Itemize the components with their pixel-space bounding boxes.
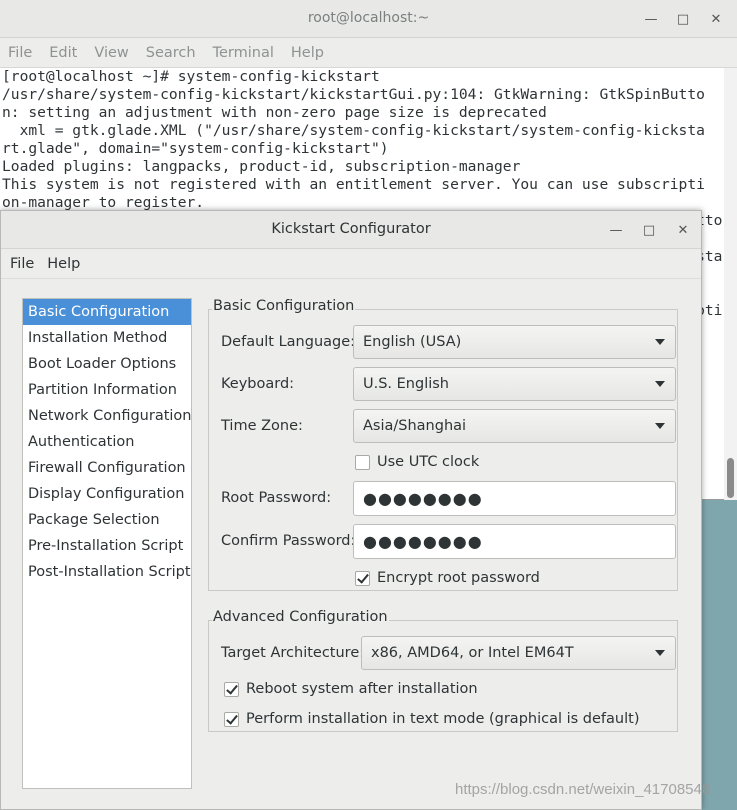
sidebar-item-firewall-configuration[interactable]: Firewall Configuration bbox=[23, 455, 191, 481]
default-language-select[interactable]: English (USA) bbox=[353, 325, 676, 359]
reboot-after-install-label: Reboot system after installation bbox=[246, 681, 478, 697]
keyboard-value: U.S. English bbox=[363, 376, 450, 392]
chevron-down-icon bbox=[655, 423, 665, 429]
time-zone-select[interactable]: Asia/Shanghai bbox=[353, 409, 676, 443]
sidebar-item-installation-method[interactable]: Installation Method bbox=[23, 325, 191, 351]
basic-configuration-heading: Basic Configuration bbox=[212, 298, 356, 314]
default-language-label: Default Language: bbox=[221, 334, 356, 350]
menu-view[interactable]: View bbox=[94, 45, 128, 61]
terminal-line: xml = gtk.glade.XML ("/usr/share/system-… bbox=[2, 122, 705, 139]
kickstart-window: Kickstart Configurator — □ ✕ File Help B… bbox=[0, 210, 702, 810]
menu-terminal[interactable]: Terminal bbox=[213, 45, 274, 61]
text-mode-install-checkbox[interactable]: Perform installation in text mode (graph… bbox=[224, 711, 639, 727]
maximize-icon[interactable]: □ bbox=[639, 220, 659, 240]
basic-configuration-frame: Basic Configuration Default Language: En… bbox=[208, 298, 678, 591]
sidebar-item-basic-configuration[interactable]: Basic Configuration bbox=[23, 299, 191, 325]
chevron-down-icon bbox=[655, 339, 665, 345]
kickstart-titlebar[interactable]: Kickstart Configurator — □ ✕ bbox=[1, 211, 701, 249]
terminal-line: [root@localhost ~]# system-config-kickst… bbox=[2, 68, 380, 85]
maximize-icon[interactable]: □ bbox=[673, 9, 693, 29]
checkbox-box bbox=[355, 454, 370, 470]
sidebar-item-authentication[interactable]: Authentication bbox=[23, 429, 191, 455]
default-language-value: English (USA) bbox=[363, 334, 462, 350]
confirm-password-field[interactable]: ●●●●●●●● bbox=[353, 524, 676, 559]
sidebar-item-package-selection[interactable]: Package Selection bbox=[23, 507, 191, 533]
time-zone-value: Asia/Shanghai bbox=[363, 418, 467, 434]
root-password-field[interactable]: ●●●●●●●● bbox=[353, 481, 676, 516]
terminal-line: /usr/share/system-config-kickstart/kicks… bbox=[2, 86, 705, 103]
target-architecture-value: x86, AMD64, or Intel EM64T bbox=[371, 645, 574, 661]
terminal-line: Loaded plugins: langpacks, product-id, s… bbox=[2, 158, 521, 175]
watermark: https://blog.csdn.net/weixin_41708548 bbox=[455, 781, 711, 798]
sidebar-item-pre-installation-script[interactable]: Pre-Installation Script bbox=[23, 533, 191, 559]
use-utc-clock-checkbox[interactable]: Use UTC clock bbox=[355, 454, 479, 470]
terminal-title: root@localhost:~ bbox=[307, 10, 430, 26]
checkbox-box bbox=[224, 711, 239, 727]
kickstart-title: Kickstart Configurator bbox=[271, 221, 431, 237]
encrypt-root-password-checkbox[interactable]: Encrypt root password bbox=[355, 570, 540, 586]
sidebar-item-partition-information[interactable]: Partition Information bbox=[23, 377, 191, 403]
target-architecture-label: Target Architecture: bbox=[221, 645, 365, 661]
terminal-menubar: File Edit View Search Terminal Help bbox=[0, 38, 737, 68]
encrypt-root-password-label: Encrypt root password bbox=[377, 570, 540, 586]
close-icon[interactable]: ✕ bbox=[673, 220, 693, 240]
keyboard-label: Keyboard: bbox=[221, 376, 295, 392]
menu-search[interactable]: Search bbox=[146, 45, 196, 61]
menu-file[interactable]: File bbox=[8, 45, 32, 61]
chevron-down-icon bbox=[655, 381, 665, 387]
kickstart-menubar: File Help bbox=[1, 249, 701, 279]
terminal-line: rt.glade", domain="system-config-kicksta… bbox=[2, 140, 389, 157]
menu-help[interactable]: Help bbox=[47, 256, 80, 272]
advanced-configuration-frame: Advanced Configuration Target Architectu… bbox=[208, 609, 678, 732]
menu-file[interactable]: File bbox=[10, 256, 34, 272]
terminal-line: n: setting an adjustment with non-zero p… bbox=[2, 104, 547, 121]
text-mode-install-label: Perform installation in text mode (graph… bbox=[246, 711, 640, 727]
keyboard-select[interactable]: U.S. English bbox=[353, 367, 676, 401]
close-icon[interactable]: ✕ bbox=[706, 9, 726, 29]
terminal-titlebar[interactable]: root@localhost:~ — □ ✕ bbox=[0, 0, 737, 38]
menu-help[interactable]: Help bbox=[291, 45, 324, 61]
terminal-line: This system is not registered with an en… bbox=[2, 176, 705, 193]
confirm-password-label: Confirm Password: bbox=[221, 533, 356, 549]
minimize-icon[interactable]: — bbox=[641, 9, 661, 29]
root-password-label: Root Password: bbox=[221, 490, 332, 506]
checkbox-box bbox=[224, 681, 239, 697]
sidebar-item-network-configuration[interactable]: Network Configuration bbox=[23, 403, 192, 429]
sidebar-item-post-installation-script[interactable]: Post-Installation Script bbox=[23, 559, 191, 585]
menu-edit[interactable]: Edit bbox=[49, 45, 77, 61]
checkbox-box bbox=[355, 570, 370, 586]
section-list: Basic Configuration Installation Method … bbox=[22, 298, 192, 789]
reboot-after-install-checkbox[interactable]: Reboot system after installation bbox=[224, 681, 478, 697]
minimize-icon[interactable]: — bbox=[606, 220, 626, 240]
time-zone-label: Time Zone: bbox=[221, 418, 303, 434]
terminal-scrollbar[interactable] bbox=[724, 68, 737, 500]
sidebar-item-display-configuration[interactable]: Display Configuration bbox=[23, 481, 191, 507]
advanced-configuration-heading: Advanced Configuration bbox=[212, 609, 389, 625]
use-utc-clock-label: Use UTC clock bbox=[377, 454, 480, 470]
chevron-down-icon bbox=[655, 650, 665, 656]
sidebar-item-boot-loader-options[interactable]: Boot Loader Options bbox=[23, 351, 191, 377]
terminal-scroll-thumb[interactable] bbox=[727, 458, 734, 498]
target-architecture-select[interactable]: x86, AMD64, or Intel EM64T bbox=[361, 636, 676, 670]
